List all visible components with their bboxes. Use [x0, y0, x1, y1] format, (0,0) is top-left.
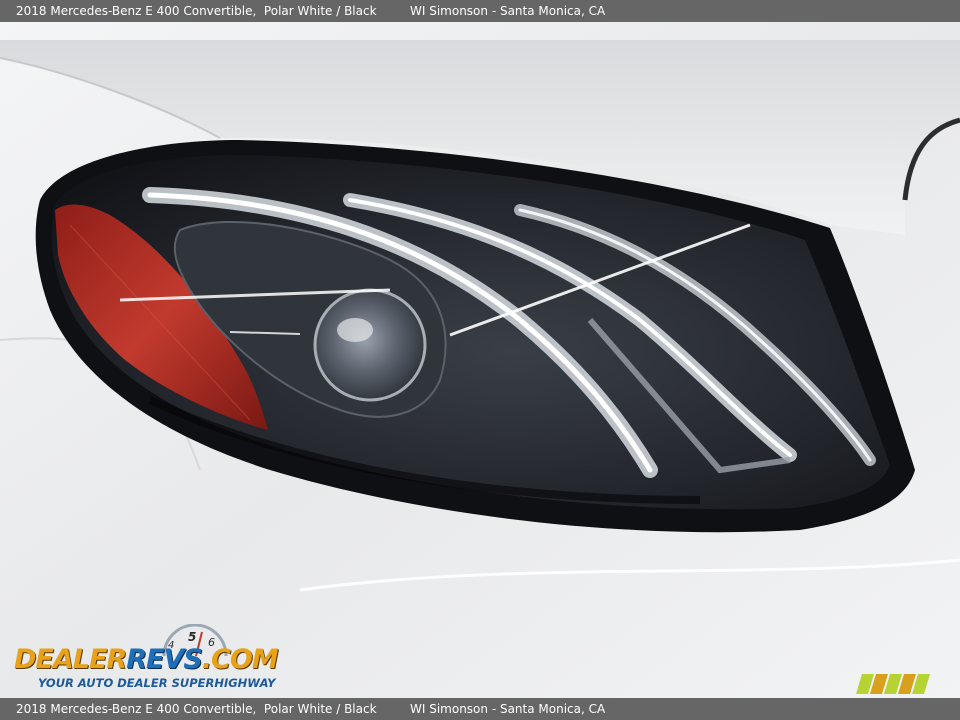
- stripes-logo-icon: [856, 674, 930, 694]
- logo-word-revs: REVS: [126, 644, 203, 675]
- caption-dealer: WI Simonson - Santa Monica, CA: [410, 4, 606, 18]
- logo-tagline: YOUR AUTO DEALER SUPERHIGHWAY: [38, 676, 276, 690]
- caption-color: Polar White / Black: [263, 4, 377, 18]
- top-caption-bar: 2018 Mercedes-Benz E 400 Convertible, Po…: [0, 0, 960, 22]
- logo-wordmark: DEALERREVS.COM: [14, 644, 279, 675]
- projector-lens: [313, 288, 427, 402]
- logo-word-dealer: DEALER: [14, 644, 127, 675]
- headlight-photo: [0, 22, 960, 698]
- caption-title: 2018 Mercedes-Benz E 400 Convertible, Po…: [16, 0, 377, 22]
- photo-frame: 2018 Mercedes-Benz E 400 Convertible, Po…: [0, 0, 960, 720]
- caption-dealer-bottom: WI Simonson - Santa Monica, CA: [410, 702, 606, 716]
- logo-word-com: .COM: [201, 644, 279, 675]
- bottom-caption-bar: 2018 Mercedes-Benz E 400 Convertible, Po…: [0, 698, 960, 720]
- caption-vehicle: 2018 Mercedes-Benz E 400 Convertible,: [16, 4, 257, 18]
- gauge-digit-5: 5: [188, 630, 196, 644]
- dealerrevs-logo: 4 5 6 DEALERREVS.COM YOUR AUTO DEALER SU…: [12, 624, 279, 694]
- caption-vehicle-bottom: 2018 Mercedes-Benz E 400 Convertible,: [16, 702, 257, 716]
- caption-color-bottom: Polar White / Black: [263, 702, 377, 716]
- caption-title-bottom: 2018 Mercedes-Benz E 400 Convertible, Po…: [16, 698, 377, 720]
